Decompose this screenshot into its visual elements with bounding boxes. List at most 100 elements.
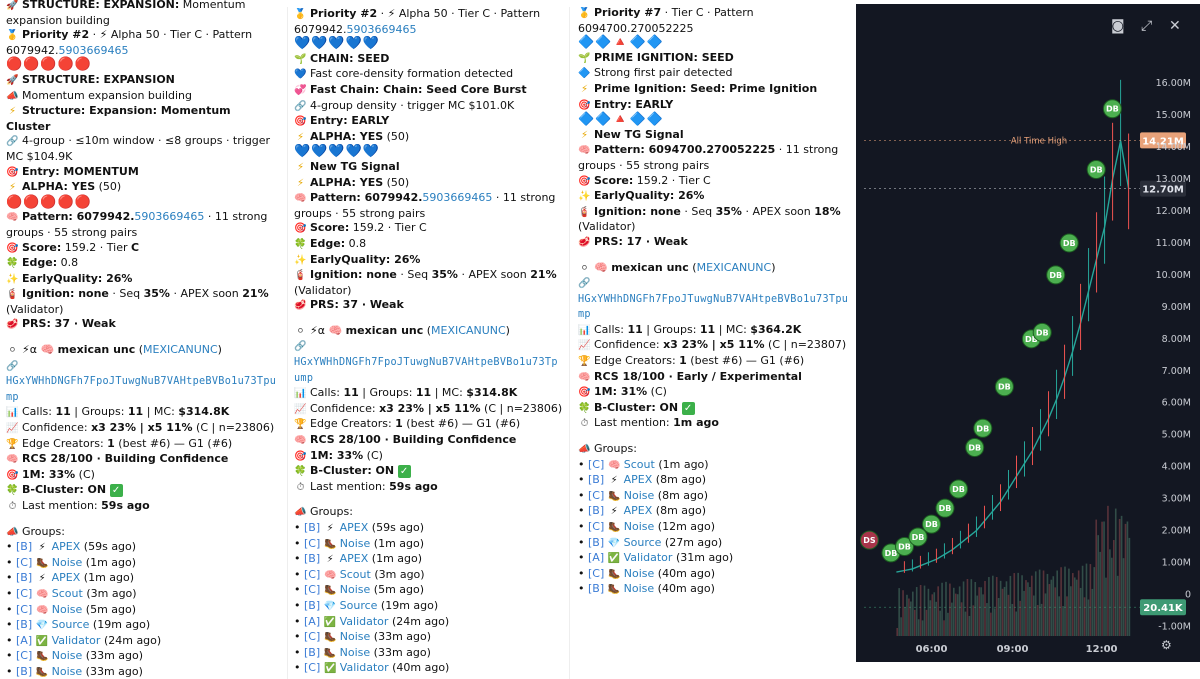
y-tick-label: 1.00M xyxy=(1162,558,1191,569)
group-name-link[interactable]: Source xyxy=(52,618,90,631)
group-tier: B xyxy=(20,540,28,554)
message-line[interactable]: HGxYWHhDNGFh7FpoJTuwgNuB7VAHtpeBVBo1u73T… xyxy=(294,355,563,386)
group-row[interactable]: • [C] 🥾 Noise (12m ago) xyxy=(578,520,849,536)
group-row[interactable]: • [C] 🧠 Scout (1m ago) xyxy=(578,458,849,474)
ticker-link[interactable]: MEXICANUNC xyxy=(431,324,506,337)
pattern-link[interactable]: 5903669465 xyxy=(134,210,204,223)
group-row[interactable]: • [B] ⚡ APEX (1m ago) xyxy=(294,552,563,568)
group-row[interactable]: • [B] ⚡ APEX (8m ago) xyxy=(578,473,849,489)
message-line[interactable]: HGxYWHhDNGFh7FpoJTuwgNuB7VAHtpeBVBo1u73T… xyxy=(6,374,277,405)
line-text: | MC: xyxy=(715,322,751,336)
message-line: 🌱 PRIME IGNITION: SEED xyxy=(578,51,849,67)
line-label: 1M: 33% xyxy=(22,467,76,481)
ticker-link[interactable]: MEXICANUNC xyxy=(143,343,218,356)
group-name-link[interactable]: Noise xyxy=(52,603,83,616)
line-icon: 🌱 xyxy=(578,52,591,64)
line-text: | Groups: xyxy=(70,405,128,419)
group-row[interactable]: • [A] ✅ Validator (24m ago) xyxy=(6,634,277,650)
group-name-link[interactable]: Noise xyxy=(340,537,371,550)
y-tick-label: 4.00M xyxy=(1162,462,1191,473)
group-row[interactable]: • [C] 🥾 Noise (8m ago) xyxy=(578,489,849,505)
group-row[interactable]: • [B] ⚡ APEX (59s ago) xyxy=(6,540,277,556)
group-name-link[interactable]: APEX xyxy=(340,552,369,565)
line-text: 4-group · ≤10m window · ≤8 groups · trig… xyxy=(6,134,271,163)
group-name-link[interactable]: Source xyxy=(624,536,662,549)
group-row[interactable]: • [B] ⚡ APEX (8m ago) xyxy=(578,504,849,520)
group-row[interactable]: • [B] ⚡ APEX (1m ago) xyxy=(6,571,277,587)
pattern-link[interactable]: 5903669465 xyxy=(347,23,417,36)
line-icon: ⚡ xyxy=(296,177,305,189)
volume-bar xyxy=(927,588,930,636)
group-row[interactable]: • [B] 🥾 Noise (40m ago) xyxy=(578,582,849,598)
group-row[interactable]: • [C] 🥾 Noise (40m ago) xyxy=(578,567,849,583)
group-name-link[interactable]: Noise xyxy=(52,649,83,662)
group-name-link[interactable]: Validator xyxy=(624,551,673,564)
ticker-link[interactable]: MEXICANUNC xyxy=(697,261,772,274)
group-row[interactable]: • [C] 🥾 Noise (33m ago) xyxy=(294,630,563,646)
line-text: (50) xyxy=(383,175,410,189)
group-row[interactable]: • [B] ⚡ APEX (59s ago) xyxy=(294,521,563,537)
group-row[interactable]: • [C] 🥾 Noise (1m ago) xyxy=(294,537,563,553)
group-row[interactable]: • [B] 💎 Source (19m ago) xyxy=(294,599,563,615)
line-text: (best #6) — G1 (#6) xyxy=(402,417,521,431)
line-icon: 🍀 xyxy=(6,258,19,270)
y-tick-label: 0 xyxy=(1185,589,1191,600)
volume-bar xyxy=(1015,611,1018,636)
group-row[interactable]: • [C] 🧠 Noise (5m ago) xyxy=(6,603,277,619)
line-label: CHAIN: SEED xyxy=(310,51,390,65)
group-name-link[interactable]: Noise xyxy=(624,567,655,580)
line-value: mexican unc xyxy=(345,323,424,337)
group-name-link[interactable]: Validator xyxy=(340,661,389,674)
group-name-link[interactable]: Noise xyxy=(340,583,371,596)
group-name-link[interactable]: Noise xyxy=(624,489,655,502)
group-name-link[interactable]: APEX xyxy=(340,521,369,534)
volume-bar xyxy=(1023,590,1025,636)
group-row[interactable]: • [C] 🥾 Noise (5m ago) xyxy=(294,583,563,599)
price-chart[interactable]: ◙ ⤢ ✕ ⚙ 14.21M All Time High 12.70M 20.41K 1… xyxy=(856,4,1200,662)
group-row[interactable]: • [C] ✅ Validator (40m ago) xyxy=(294,661,563,677)
group-time: (8m ago) xyxy=(655,473,707,487)
group-row[interactable]: • [C] 🧠 Scout (3m ago) xyxy=(294,568,563,584)
group-name-link[interactable]: Validator xyxy=(52,634,101,647)
group-row[interactable]: • [C] 🥾 Noise (1m ago) xyxy=(6,556,277,572)
group-name-link[interactable]: Source xyxy=(340,599,378,612)
group-name-link[interactable]: APEX xyxy=(52,540,81,553)
group-row[interactable]: • [C] 🥾 Noise (33m ago) xyxy=(6,649,277,665)
group-tier: C xyxy=(20,586,28,600)
pattern-link[interactable]: 5903669465 xyxy=(59,44,129,57)
message-line: ⚪ 🧠 mexican unc (MEXICANUNC) xyxy=(578,261,849,277)
group-name-link[interactable]: APEX xyxy=(52,571,81,584)
group-row[interactable]: • [B] 🥾 Noise (33m ago) xyxy=(6,665,277,677)
group-name-link[interactable]: Noise xyxy=(624,520,655,533)
group-name-link[interactable]: Scout xyxy=(340,568,371,581)
group-row[interactable]: • [B] 🥾 Noise (33m ago) xyxy=(294,646,563,662)
group-row[interactable]: • [C] 🧠 Scout (3m ago) xyxy=(6,587,277,603)
line-text: Strong first pair detected xyxy=(594,66,733,80)
pattern-link[interactable]: 5903669465 xyxy=(422,191,492,204)
group-name-link[interactable]: Noise xyxy=(624,582,655,595)
group-name-link[interactable]: Scout xyxy=(624,458,655,471)
group-tier: C xyxy=(308,567,316,581)
group-row[interactable]: • [B] 💎 Source (27m ago) xyxy=(578,536,849,552)
group-row[interactable]: • [A] ✅ Validator (31m ago) xyxy=(578,551,849,567)
marker-label: DB xyxy=(898,543,911,552)
group-time: (5m ago) xyxy=(373,583,425,597)
line-text: | Groups: xyxy=(642,322,700,336)
x-tick-label: 06:00 xyxy=(916,644,948,655)
group-row[interactable]: • [B] 💎 Source (19m ago) xyxy=(6,618,277,634)
line-label: Ignition: none xyxy=(22,287,109,301)
group-name-link[interactable]: Scout xyxy=(52,587,83,600)
group-name-link[interactable]: Noise xyxy=(340,630,371,643)
group-row[interactable]: • [A] ✅ Validator (24m ago) xyxy=(294,615,563,631)
volume-bar xyxy=(943,620,945,636)
group-name-link[interactable]: APEX xyxy=(624,473,653,486)
group-icon: 💎 xyxy=(323,600,337,612)
line-text: ( xyxy=(423,323,432,337)
group-name-link[interactable]: Validator xyxy=(340,615,389,628)
group-name-link[interactable]: Noise xyxy=(52,665,83,677)
message-line[interactable]: HGxYWHhDNGFh7FpoJTuwgNuB7VAHtpeBVBo1u73T… xyxy=(578,292,849,323)
group-name-link[interactable]: APEX xyxy=(624,504,653,517)
group-name-link[interactable]: Noise xyxy=(52,556,83,569)
group-name-link[interactable]: Noise xyxy=(340,646,371,659)
